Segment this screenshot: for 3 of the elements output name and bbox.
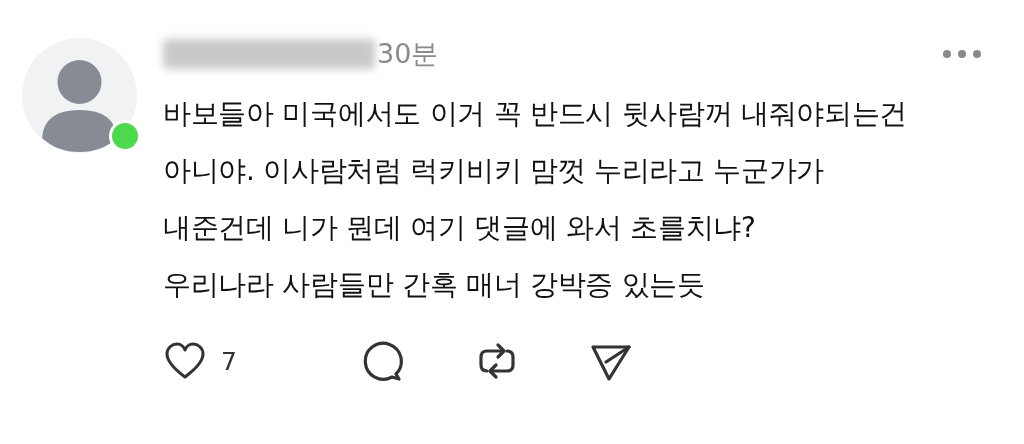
like-count: 7 — [221, 346, 238, 376]
comment-time: 30분 — [377, 37, 439, 71]
comment-text: 바보들아 미국에서도 이거 꼭 반드시 뒷사람꺼 내줘야되는건 아니야. 이사람처럼 럭키비키 맘껏 누리라고 누군가가 내준건데 니가 뭔데 여기 댓글에 와서 초를치냐? 우리나라 사람들만 간혹 매너 강박증 있는듯 — [163, 96, 909, 303]
